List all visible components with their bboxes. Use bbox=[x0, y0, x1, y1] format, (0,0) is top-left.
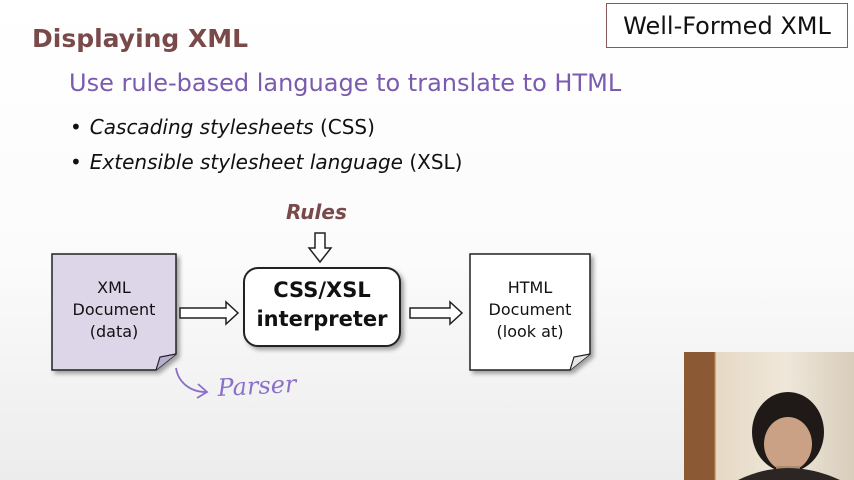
arrow-interpreter-to-html bbox=[409, 300, 464, 326]
presenter-figure bbox=[684, 352, 840, 480]
xml-document-line: XML bbox=[97, 278, 131, 297]
html-document-line: (look at) bbox=[496, 322, 564, 341]
arrow-xml-to-interpreter bbox=[179, 300, 240, 326]
arrow-rules-down bbox=[307, 232, 333, 264]
xml-document-label: XML Document (data) bbox=[52, 277, 176, 343]
interpreter-line: interpreter bbox=[256, 307, 388, 331]
parser-annotation: Parser bbox=[216, 370, 299, 402]
presenter-video bbox=[684, 352, 854, 480]
interpreter-label: CSS/XSL interpreter bbox=[244, 276, 400, 334]
html-document-line: HTML bbox=[507, 278, 553, 297]
interpreter-line: CSS/XSL bbox=[273, 278, 371, 302]
html-document-line: Document bbox=[488, 300, 572, 319]
xml-document-line: (data) bbox=[89, 322, 139, 341]
parser-annotation-arrow bbox=[175, 367, 207, 393]
rules-label: Rules bbox=[286, 200, 347, 224]
xml-document-line: Document bbox=[72, 300, 156, 319]
html-document-label: HTML Document (look at) bbox=[470, 277, 590, 343]
